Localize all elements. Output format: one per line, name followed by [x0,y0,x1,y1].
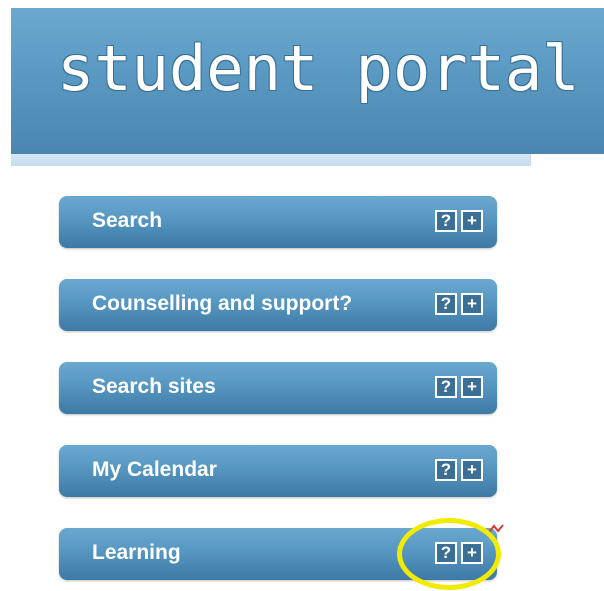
portal-title: student portal [57,32,580,105]
banner-strip [11,154,604,166]
panel-search-sites[interactable]: Search sites ? + [59,362,497,414]
help-icon[interactable]: ? [435,376,457,398]
help-icon[interactable]: ? [435,459,457,481]
panel-title: Learning [92,541,181,564]
help-icon[interactable]: ? [435,210,457,232]
highlight-circle [397,518,501,590]
panel-title: Search sites [92,375,216,398]
panel-title: Counselling and support? [92,292,353,315]
panel-title: My Calendar [92,458,217,481]
expand-icon[interactable]: + [461,210,483,232]
portal-banner: student portal [11,8,604,154]
panel-controls: ? + [435,376,483,398]
panel-controls: ? + [435,293,483,315]
panel-title: Search [92,209,163,232]
panel-counselling[interactable]: Counselling and support? ? + [59,279,497,331]
panel-controls: ? + [435,459,483,481]
help-icon[interactable]: ? [435,293,457,315]
student-portal-page: student portal Search ? + Counselling an… [0,0,604,591]
panel-search[interactable]: Search ? + [59,196,497,248]
banner-strip-tab [530,154,604,166]
expand-icon[interactable]: + [461,293,483,315]
expand-icon[interactable]: + [461,376,483,398]
panel-controls: ? + [435,210,483,232]
expand-icon[interactable]: + [461,459,483,481]
panel-my-calendar[interactable]: My Calendar ? + [59,445,497,497]
